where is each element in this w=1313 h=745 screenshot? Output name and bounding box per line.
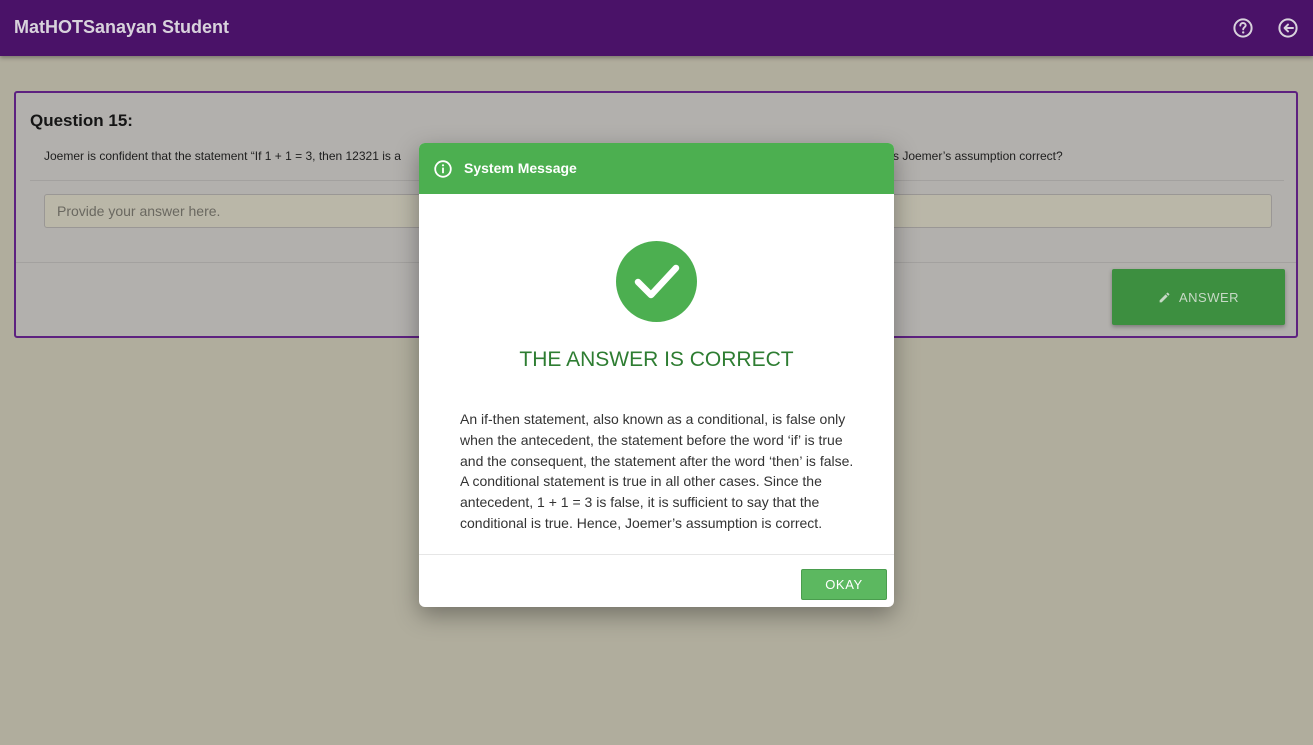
back-icon[interactable] — [1277, 17, 1299, 39]
dialog-header: System Message — [419, 143, 894, 194]
okay-button[interactable]: OKAY — [801, 569, 887, 600]
answer-button-label: ANSWER — [1178, 289, 1240, 305]
question-text-end: s Joemer’s assumption correct? — [893, 149, 1063, 163]
app-bar: MatHOTSanayan Student — [0, 0, 1313, 56]
question-text-start: Joemer is confident that the statement “… — [44, 149, 401, 163]
dialog-title: System Message — [464, 160, 577, 176]
info-icon — [433, 159, 453, 179]
help-icon[interactable] — [1232, 17, 1254, 39]
check-circle-icon — [616, 241, 697, 322]
answer-button[interactable]: ANSWER — [1112, 269, 1285, 325]
pencil-icon — [1159, 292, 1170, 302]
explanation-text: An if-then statement, also known as a co… — [460, 411, 854, 531]
app-title: MatHOTSanayan Student — [14, 17, 230, 37]
result-title: THE ANSWER IS CORRECT — [519, 348, 794, 371]
system-message-dialog: System Message THE ANSWER IS CORRECT An … — [419, 143, 894, 607]
question-title: Question 15: — [30, 111, 133, 130]
divider — [419, 554, 894, 555]
